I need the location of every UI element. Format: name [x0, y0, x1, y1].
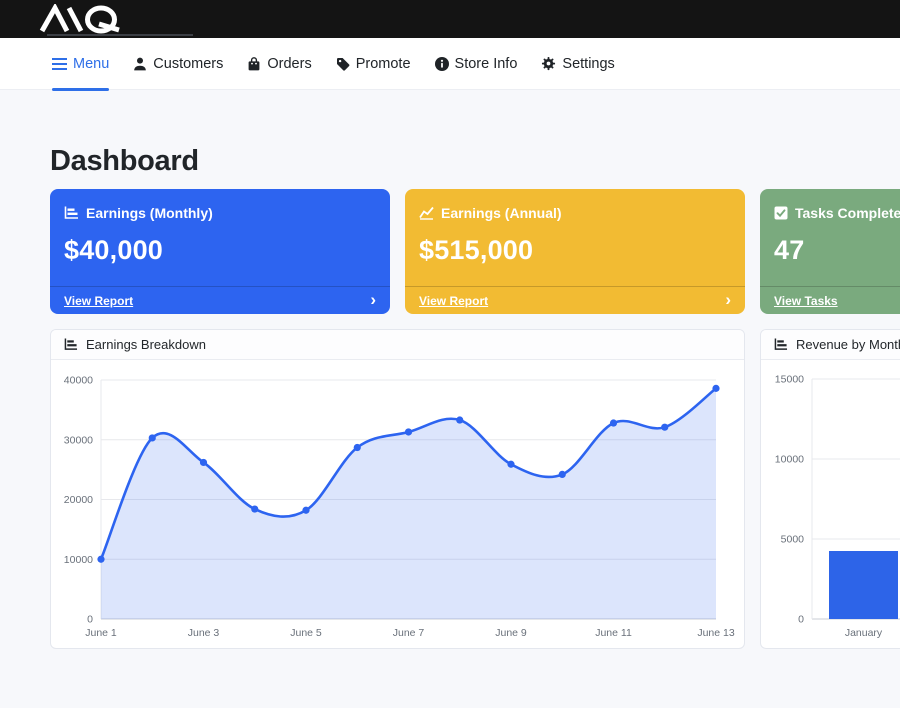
svg-text:0: 0	[87, 614, 93, 626]
nav-item-menu[interactable]: Menu	[52, 38, 109, 90]
stat-card-value: $515,000	[419, 235, 731, 266]
svg-text:June 7: June 7	[393, 627, 425, 639]
main-nav: Menu Customers Orders Promote Store Info	[0, 38, 900, 90]
stat-card-title: Tasks Completed	[795, 205, 900, 221]
svg-text:June 13: June 13	[697, 627, 735, 639]
stat-card-earnings-monthly: Earnings (Monthly) $40,000 View Report ›	[50, 189, 390, 314]
svg-text:10000: 10000	[775, 454, 804, 466]
stat-card-tasks-completed: Tasks Completed 47 View Tasks ›	[760, 189, 900, 314]
revenue-by-month-card: Revenue by Month 0 5000 10000 15000 January	[760, 329, 900, 649]
revenue-by-month-chart: 0 5000 10000 15000 January	[761, 360, 900, 648]
nav-label: Promote	[356, 56, 411, 72]
chart-card-header: Earnings Breakdown	[51, 330, 744, 360]
nav-item-store-info[interactable]: Store Info	[435, 38, 518, 90]
svg-text:30000: 30000	[64, 434, 93, 446]
svg-text:June 1: June 1	[85, 627, 117, 639]
earnings-breakdown-chart: 0 10000 20000 30000 40000 June 1 June 3 June 5 J…	[51, 360, 744, 648]
svg-text:10000: 10000	[64, 554, 93, 566]
nav-item-orders[interactable]: Orders	[247, 38, 311, 90]
svg-text:15000: 15000	[775, 374, 804, 386]
nav-label: Orders	[267, 56, 311, 72]
svg-text:20000: 20000	[64, 494, 93, 506]
svg-text:June 11: June 11	[595, 627, 632, 639]
person-icon	[133, 57, 147, 71]
info-icon	[435, 57, 449, 71]
stat-card-footer: View Report ›	[405, 286, 745, 314]
nav-label: Menu	[73, 56, 109, 72]
stat-card-footer: View Report ›	[50, 286, 390, 314]
main-content: Dashboard Earnings (Monthly) $40,000 Vie…	[0, 90, 900, 649]
view-tasks-link[interactable]: View Tasks	[774, 294, 838, 308]
brand-logo-icon[interactable]	[38, 4, 138, 34]
chevron-right-icon[interactable]: ›	[725, 291, 731, 308]
bar-chart-icon	[774, 338, 788, 351]
hamburger-icon	[52, 58, 67, 70]
nav-label: Store Info	[455, 56, 518, 72]
nav-item-settings[interactable]: Settings	[541, 38, 614, 90]
stat-card-value: 47	[774, 235, 900, 266]
svg-text:5000: 5000	[781, 534, 805, 546]
charts-row: Earnings Breakdown 0 10000 20000 30000 40000…	[50, 329, 900, 649]
bag-icon	[247, 57, 261, 71]
chart-title: Earnings Breakdown	[86, 337, 206, 352]
svg-text:0: 0	[798, 614, 804, 626]
chart-card-header: Revenue by Month	[761, 330, 900, 360]
stat-card-title: Earnings (Monthly)	[86, 205, 213, 221]
stat-card-earnings-annual: Earnings (Annual) $515,000 View Report ›	[405, 189, 745, 314]
tag-icon	[336, 57, 350, 71]
page-title: Dashboard	[50, 145, 900, 178]
top-app-bar	[0, 0, 900, 38]
svg-text:January: January	[845, 627, 883, 639]
stat-cards-row: Earnings (Monthly) $40,000 View Report ›…	[50, 189, 900, 314]
nav-label: Settings	[562, 56, 614, 72]
line-chart-icon	[419, 206, 434, 220]
stat-card-footer: View Tasks ›	[760, 286, 900, 314]
earnings-breakdown-card: Earnings Breakdown 0 10000 20000 30000 40000…	[50, 329, 745, 649]
nav-item-promote[interactable]: Promote	[336, 38, 411, 90]
check-square-icon	[774, 206, 788, 220]
stat-card-title: Earnings (Annual)	[441, 205, 562, 221]
view-report-link[interactable]: View Report	[64, 294, 133, 308]
nav-label: Customers	[153, 56, 223, 72]
gear-icon	[541, 56, 556, 71]
view-report-link[interactable]: View Report	[419, 294, 488, 308]
bar-chart-icon	[64, 338, 78, 351]
svg-text:40000: 40000	[64, 375, 93, 387]
chevron-right-icon[interactable]: ›	[370, 291, 376, 308]
bar-chart-icon	[64, 206, 79, 220]
logo-underline-divider	[47, 34, 193, 36]
svg-text:June 3: June 3	[188, 627, 220, 639]
stat-card-value: $40,000	[64, 235, 376, 266]
svg-text:June 9: June 9	[495, 627, 527, 639]
chart-title: Revenue by Month	[796, 337, 900, 352]
nav-item-customers[interactable]: Customers	[133, 38, 223, 90]
svg-text:June 5: June 5	[290, 627, 322, 639]
